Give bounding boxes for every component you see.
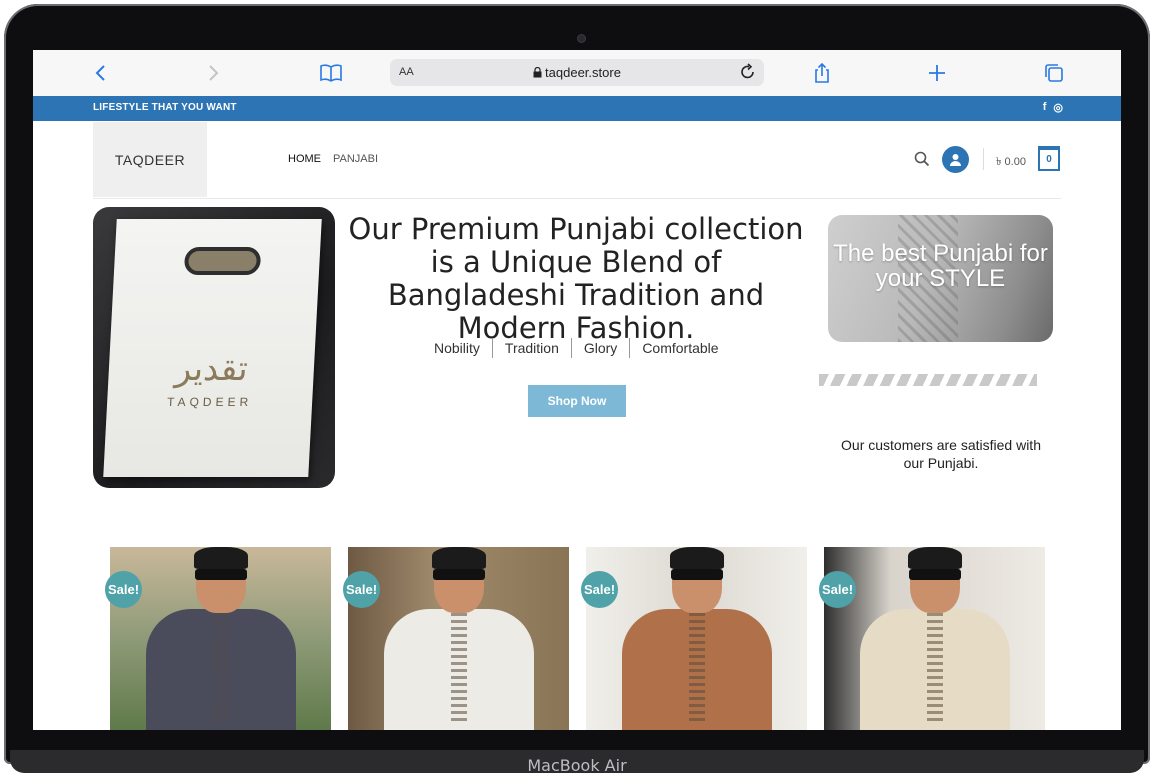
model-hair xyxy=(193,547,248,569)
product-card[interactable] xyxy=(348,547,569,730)
decorative-stripes xyxy=(819,374,1037,386)
header-divider xyxy=(93,198,1061,199)
product-card[interactable] xyxy=(824,547,1045,730)
feature-item: Glory xyxy=(570,338,629,358)
sunglasses xyxy=(670,569,723,580)
forward-icon[interactable] xyxy=(201,60,227,86)
model-hair xyxy=(907,547,962,569)
sunglasses xyxy=(908,569,961,580)
customer-satisfaction-text: Our customers are satisfied with our Pun… xyxy=(841,437,1041,471)
bookmarks-icon[interactable] xyxy=(318,60,344,86)
hero-bag-image: تقدير TAQDEER xyxy=(93,207,335,488)
share-icon[interactable] xyxy=(809,60,835,86)
product-card[interactable] xyxy=(110,547,331,730)
garment-embroidery xyxy=(688,613,705,723)
site-logo[interactable]: TAQDEER xyxy=(93,122,207,197)
reload-icon[interactable] xyxy=(740,63,756,86)
feature-item: Nobility xyxy=(434,340,480,356)
feature-item: Tradition xyxy=(491,338,571,358)
hero-headline: Our Premium Punjabi collection is a Uniq… xyxy=(348,212,804,345)
cart-button[interactable]: 0 xyxy=(1038,146,1060,171)
search-icon[interactable] xyxy=(914,151,930,172)
top-bar: LIFESTYLE THAT YOU WANT f ◎ xyxy=(33,96,1121,121)
browser-toolbar: AA taqdeer.store xyxy=(33,50,1121,97)
model-hair xyxy=(669,547,724,569)
sale-badge: Sale! xyxy=(343,571,380,608)
promo-banner[interactable]: The best Punjabi for your STYLE xyxy=(828,215,1053,342)
sale-badge: Sale! xyxy=(819,571,856,608)
user-icon xyxy=(950,154,961,166)
tabs-icon[interactable] xyxy=(1041,60,1067,86)
url-text: taqdeer.store xyxy=(390,65,764,80)
logo-text: TAQDEER xyxy=(114,151,186,168)
sale-badge: Sale! xyxy=(105,571,142,608)
camera xyxy=(578,35,585,42)
feature-list: Nobility Tradition Glory Comfortable xyxy=(422,338,731,358)
lock-icon xyxy=(533,66,542,78)
model-hair xyxy=(431,547,486,569)
tagline: LIFESTYLE THAT YOU WANT xyxy=(93,102,237,113)
nav-home[interactable]: HOME xyxy=(288,153,321,165)
sunglasses xyxy=(194,569,247,580)
bag-arabic-logo: تقدير xyxy=(173,349,249,389)
device-label: MacBook Air xyxy=(527,756,627,775)
feature-item: Comfortable xyxy=(629,338,730,358)
instagram-icon[interactable]: ◎ xyxy=(1053,101,1063,114)
product-card[interactable] xyxy=(586,547,807,730)
cart-total[interactable]: ৳ 0.00 xyxy=(996,153,1026,172)
divider xyxy=(983,148,984,170)
garment-embroidery xyxy=(450,613,467,723)
bag-brand: TAQDEER xyxy=(166,395,253,409)
sunglasses xyxy=(432,569,485,580)
sale-badge: Sale! xyxy=(581,571,618,608)
back-icon[interactable] xyxy=(87,60,113,86)
garment-embroidery xyxy=(926,613,943,723)
new-tab-icon[interactable] xyxy=(924,60,950,86)
garment-buttons xyxy=(212,613,229,723)
cart-count: 0 xyxy=(1046,154,1052,165)
laptop-base: MacBook Air xyxy=(10,750,1144,775)
screen: AA taqdeer.store LIFESTYLE THAT YOU WANT… xyxy=(33,50,1121,730)
bag-handle xyxy=(183,247,262,275)
shop-now-button[interactable]: Shop Now xyxy=(528,385,626,417)
nav-panjabi[interactable]: PANJABI xyxy=(333,153,378,165)
facebook-icon[interactable]: f xyxy=(1043,101,1047,114)
main-nav: HOME PANJABI xyxy=(288,153,378,165)
social-links: f ◎ xyxy=(1043,101,1063,114)
address-bar[interactable]: AA taqdeer.store xyxy=(390,59,764,86)
shopping-bag: تقدير TAQDEER xyxy=(103,219,322,477)
account-button[interactable] xyxy=(942,146,969,173)
promo-text: The best Punjabi for your STYLE xyxy=(833,240,1048,292)
